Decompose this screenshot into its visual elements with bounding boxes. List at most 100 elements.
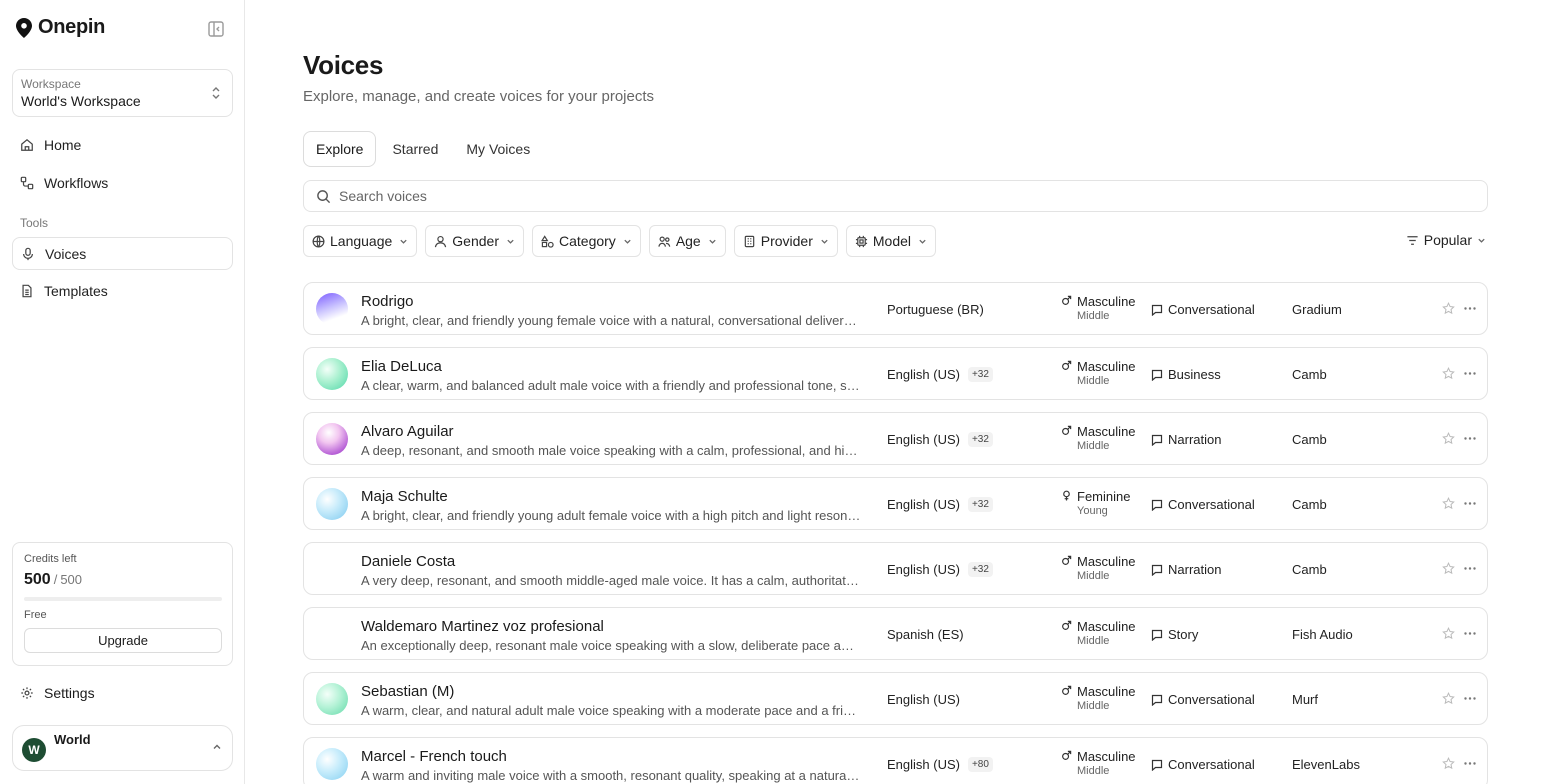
filter-model[interactable]: Model <box>845 225 937 257</box>
more-options-icon[interactable] <box>1463 432 1477 445</box>
nav-item-workflows[interactable]: Workflows <box>12 166 233 199</box>
voice-category-label: Narration <box>1168 562 1222 577</box>
voice-avatar-orb[interactable] <box>316 423 348 455</box>
filter-label: Language <box>330 233 393 249</box>
voice-avatar-orb[interactable] <box>316 683 348 715</box>
search-icon <box>317 189 331 203</box>
credits-total: 500 <box>60 572 83 587</box>
voice-gender: Masculine Middle <box>1061 554 1136 582</box>
nav-item-voices[interactable]: Voices <box>12 237 233 270</box>
voice-row[interactable]: Elia DeLuca A clear, warm, and balanced a… <box>303 347 1488 400</box>
nav-item-templates[interactable]: Templates <box>12 274 233 307</box>
extra-languages-badge: +32 <box>967 497 993 512</box>
brand-logo[interactable]: Onepin <box>16 16 105 39</box>
chat-bubble-icon <box>1151 434 1163 446</box>
voice-gender: Masculine Middle <box>1061 359 1136 387</box>
star-icon[interactable] <box>1442 497 1455 510</box>
voice-avatar-orb[interactable] <box>316 488 348 520</box>
credits-progress-bar <box>24 597 222 601</box>
voice-provider: Camb <box>1292 497 1327 512</box>
search-input[interactable] <box>339 188 1439 204</box>
tab-my-voices[interactable]: My Voices <box>454 131 542 167</box>
voice-description: A warm and inviting male voice with a sm… <box>361 768 861 783</box>
filter-label: Provider <box>760 233 813 249</box>
globe-icon <box>312 235 325 248</box>
voice-age: Middle <box>1077 310 1110 322</box>
more-options-icon[interactable] <box>1463 302 1477 315</box>
more-options-icon[interactable] <box>1463 757 1477 770</box>
voice-row[interactable]: Waldemaro Martinez voz profesional An exc… <box>303 607 1488 660</box>
male-icon <box>1061 684 1072 699</box>
star-icon[interactable] <box>1442 562 1455 575</box>
voice-category: Conversational <box>1151 692 1255 707</box>
voice-avatar-orb[interactable] <box>316 358 348 390</box>
more-options-icon[interactable] <box>1463 367 1477 380</box>
voice-avatar-orb[interactable] <box>316 553 348 585</box>
voice-row[interactable]: Sebastian (M) A warm, clear, and natural … <box>303 672 1488 725</box>
voice-provider: Camb <box>1292 367 1327 382</box>
voice-row[interactable]: Maja Schulte A bright, clear, and friendl… <box>303 477 1488 530</box>
search-bar[interactable] <box>303 180 1488 212</box>
nav-label-workflows: Workflows <box>44 174 109 191</box>
upgrade-button[interactable]: Upgrade <box>24 628 222 653</box>
more-options-icon[interactable] <box>1463 627 1477 640</box>
voice-row[interactable]: Daniele Costa A very deep, resonant, and … <box>303 542 1488 595</box>
filter-provider[interactable]: Provider <box>733 225 838 257</box>
tab-explore[interactable]: Explore <box>303 131 377 167</box>
credits-label: Credits left <box>24 553 77 565</box>
workspace-selector[interactable]: Workspace World's Workspace <box>12 69 233 117</box>
avatar: W <box>22 738 46 762</box>
voice-row[interactable]: Alvaro Aguilar A deep, resonant, and smoo… <box>303 412 1488 465</box>
star-icon[interactable] <box>1442 432 1455 445</box>
nav-item-home[interactable]: Home <box>12 128 233 161</box>
nav-label-home: Home <box>44 136 82 153</box>
voice-age: Middle <box>1077 570 1110 582</box>
voice-category-label: Conversational <box>1168 302 1255 317</box>
user-menu[interactable]: W World <box>12 725 233 771</box>
brand-name: Onepin <box>38 16 106 38</box>
tools-section-label: Tools <box>20 216 49 230</box>
voice-avatar-orb[interactable] <box>316 293 348 325</box>
more-options-icon[interactable] <box>1463 562 1477 575</box>
voice-gender: Masculine Middle <box>1061 684 1136 712</box>
more-options-icon[interactable] <box>1463 497 1477 510</box>
voice-name: Alvaro Aguilar <box>361 423 454 440</box>
voice-category: Narration <box>1151 562 1221 577</box>
filter-gender[interactable]: Gender <box>425 225 524 257</box>
voice-age: Middle <box>1077 375 1110 387</box>
chevron-down-icon <box>1478 238 1485 243</box>
voice-avatar-orb[interactable] <box>316 748 348 780</box>
star-icon[interactable] <box>1442 367 1455 380</box>
star-icon[interactable] <box>1442 302 1455 315</box>
voice-language-label: Spanish (ES) <box>887 627 964 642</box>
sort-lines-icon <box>1407 235 1418 245</box>
sort-dropdown[interactable]: Popular <box>1406 232 1486 248</box>
chevron-down-icon <box>400 239 407 244</box>
filter-language[interactable]: Language <box>303 225 418 257</box>
extra-languages-badge: +80 <box>967 757 993 772</box>
voice-gender-label: Feminine <box>1077 489 1131 504</box>
cpu-icon <box>855 235 868 248</box>
settings-link[interactable]: Settings <box>20 685 95 701</box>
voice-row[interactable]: Rodrigo A bright, clear, and friendly you… <box>303 282 1488 335</box>
sidebar-toggle-icon[interactable] <box>207 20 225 38</box>
filter-age[interactable]: Age <box>648 225 726 257</box>
voice-gender-label: Masculine <box>1077 294 1136 309</box>
voice-age: Middle <box>1077 700 1110 712</box>
star-icon[interactable] <box>1442 627 1455 640</box>
nav-label-templates: Templates <box>44 282 108 299</box>
voice-avatar-orb[interactable] <box>316 618 348 650</box>
voice-row[interactable]: Marcel - French touch A warm and inviting… <box>303 737 1488 784</box>
voice-category: Conversational <box>1151 497 1255 512</box>
voice-language-label: English (US) <box>887 367 960 382</box>
chat-bubble-icon <box>1151 499 1163 511</box>
more-options-icon[interactable] <box>1463 692 1477 705</box>
star-icon[interactable] <box>1442 757 1455 770</box>
main-content: Voices Explore, manage, and create voice… <box>245 0 1544 784</box>
star-icon[interactable] <box>1442 692 1455 705</box>
voice-age: Middle <box>1077 635 1110 647</box>
tab-starred[interactable]: Starred <box>380 131 450 167</box>
filter-category[interactable]: Category <box>532 225 641 257</box>
user-icon <box>434 235 447 248</box>
chat-bubble-icon <box>1151 759 1163 771</box>
